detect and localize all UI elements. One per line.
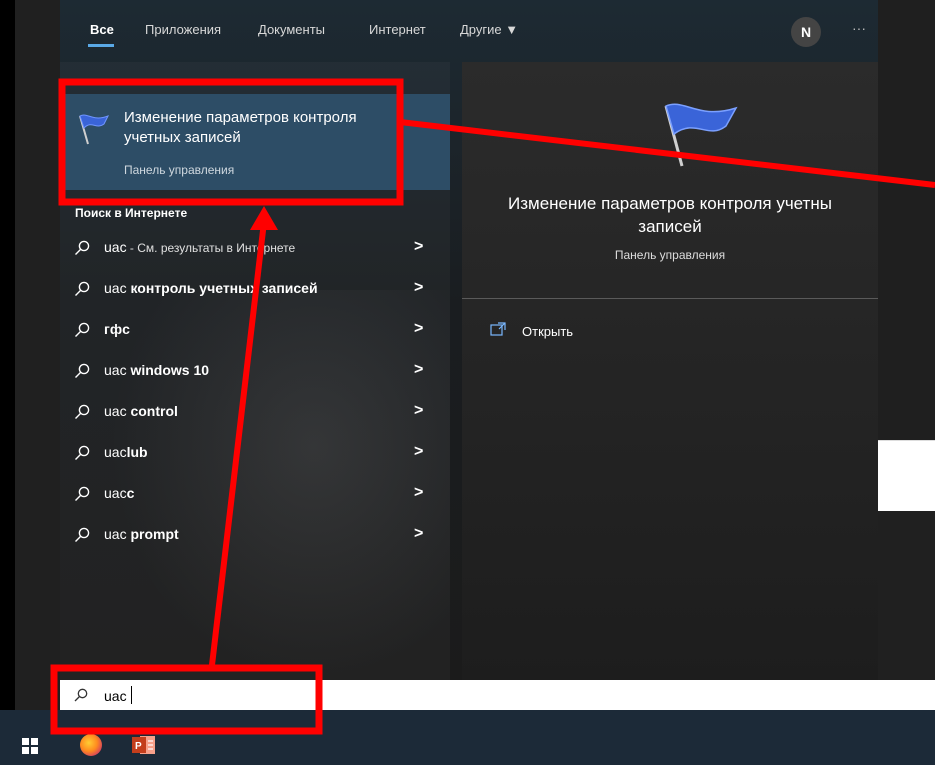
tab-all[interactable]: Все: [90, 22, 114, 37]
chevron-right-icon[interactable]: >: [414, 443, 423, 461]
web-suggestion-item[interactable]: uac контроль учетных записей >: [60, 269, 450, 309]
search-icon: [75, 486, 90, 501]
open-icon[interactable]: [490, 322, 506, 336]
powerpoint-icon[interactable]: P: [132, 734, 156, 756]
tab-other-dropdown[interactable]: Другие ▼: [460, 22, 518, 37]
suggestion-prefix: uac: [104, 239, 127, 255]
suggestion-text: uac prompt: [104, 526, 179, 542]
best-match-title: Изменение параметров контроля учетных за…: [124, 109, 357, 146]
web-suggestion-item[interactable]: uac windows 10 >: [60, 351, 450, 391]
suggestion-text: uacc: [104, 485, 134, 501]
tab-apps[interactable]: Приложения: [145, 22, 221, 37]
window-edge: [878, 0, 935, 510]
chevron-right-icon[interactable]: >: [414, 279, 423, 297]
windows-start-icon[interactable]: [22, 738, 38, 754]
suggestion-prefix: uac: [104, 444, 127, 460]
active-tab-indicator: [88, 44, 114, 47]
suggestion-completion: гфс: [104, 321, 130, 337]
web-suggestion-item[interactable]: гфс >: [60, 310, 450, 350]
chevron-right-icon[interactable]: >: [414, 320, 423, 338]
search-icon: [75, 445, 90, 460]
suggestion-completion: control: [130, 403, 178, 419]
suggestion-text: uac контроль учетных записей: [104, 280, 318, 296]
search-icon: [75, 527, 90, 542]
preview-title: Изменение параметров контроля учетны зап…: [508, 194, 832, 236]
suggestion-completion: контроль учетных записей: [130, 280, 318, 296]
firefox-icon[interactable]: [80, 734, 102, 756]
chevron-right-icon[interactable]: >: [414, 238, 423, 256]
chevron-right-icon[interactable]: >: [414, 402, 423, 420]
search-icon: [75, 240, 90, 255]
screen-edge: [0, 0, 15, 710]
preview-subtitle: Панель управления: [614, 248, 726, 262]
search-icon: [75, 363, 90, 378]
suggestion-completion: windows 10: [130, 362, 210, 378]
suggestion-text: гфс: [104, 321, 130, 337]
preview-divider: [462, 298, 878, 299]
suggestion-completion: - См. результаты в Интернете: [126, 241, 296, 255]
chevron-right-icon[interactable]: >: [414, 361, 423, 379]
uac-flag-large-icon: [664, 103, 738, 167]
suggestion-prefix: uac: [104, 280, 131, 296]
search-icon: [75, 322, 90, 337]
text-caret: [131, 686, 132, 704]
background-window: [878, 440, 935, 511]
search-query[interactable]: uac: [104, 688, 127, 704]
suggestion-text: uac - См. результаты в Интернете: [104, 239, 295, 255]
uac-flag-icon: [79, 114, 110, 145]
web-suggestion-item[interactable]: uac prompt >: [60, 515, 450, 555]
more-options-button[interactable]: ···: [852, 20, 866, 36]
suggestion-text: uaclub: [104, 444, 148, 460]
suggestion-prefix: uac: [104, 526, 131, 542]
web-suggestion-item[interactable]: uac control >: [60, 392, 450, 432]
search-icon: [74, 688, 88, 702]
search-icon: [75, 404, 90, 419]
chevron-right-icon[interactable]: >: [414, 484, 423, 502]
search-input[interactable]: [60, 680, 935, 710]
suggestion-prefix: uac: [104, 485, 127, 501]
chevron-right-icon[interactable]: >: [414, 525, 423, 543]
user-avatar[interactable]: N: [791, 17, 821, 47]
suggestion-text: uac control: [104, 403, 178, 419]
suggestion-prefix: uac: [104, 403, 131, 419]
tab-documents[interactable]: Документы: [258, 22, 325, 37]
search-icon: [75, 281, 90, 296]
web-suggestion-item[interactable]: uac - См. результаты в Интернете >: [60, 228, 450, 268]
open-action[interactable]: Открыть: [522, 324, 573, 339]
suggestion-completion: c: [126, 485, 135, 501]
suggestion-text: uac windows 10: [104, 362, 209, 378]
best-match-subtitle: Панель управления: [124, 163, 235, 177]
svg-text:P: P: [135, 741, 142, 752]
web-suggestion-item[interactable]: uaclub >: [60, 433, 450, 473]
suggestion-prefix: uac: [104, 362, 131, 378]
suggestion-completion: prompt: [130, 526, 179, 542]
web-suggestion-item[interactable]: uacc >: [60, 474, 450, 514]
web-search-header: Поиск в Интернете: [75, 206, 188, 220]
suggestion-completion: lub: [126, 444, 148, 460]
tab-web[interactable]: Интернет: [369, 22, 426, 37]
